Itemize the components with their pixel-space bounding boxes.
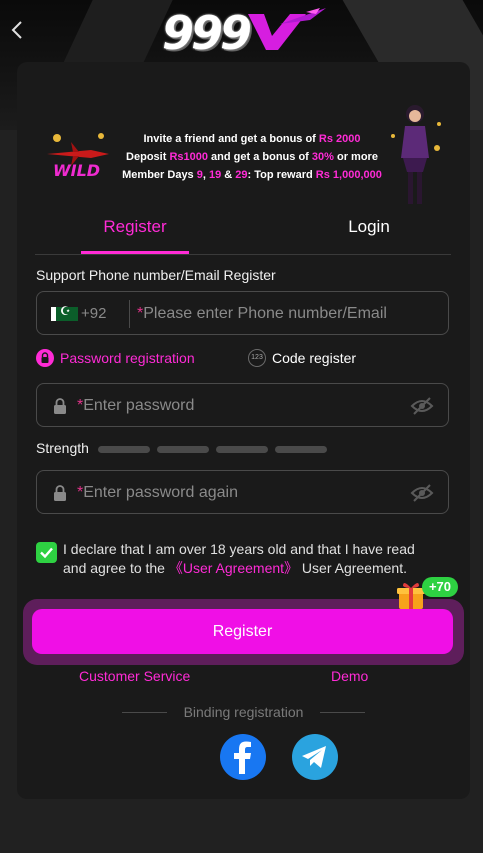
divider-line (320, 712, 365, 713)
promo-banner: WILD Invite a friend and get a bonus of … (17, 82, 470, 204)
facebook-icon (234, 741, 251, 774)
register-button[interactable]: Register (32, 609, 453, 654)
divider-line (122, 712, 167, 713)
telegram-icon (302, 746, 326, 768)
confirm-password-field[interactable]: *Enter password again (36, 470, 449, 514)
customer-service-link[interactable]: Customer Service (79, 668, 190, 684)
bonus-badge: +70 (422, 577, 458, 597)
register-mode-switch: Password registration 123 Code register (36, 348, 449, 370)
promo-highlight: 19 (208, 169, 222, 181)
promo-text-part: Member Days (122, 169, 197, 181)
demo-link[interactable]: Demo (331, 668, 368, 684)
auth-tabs: Register Login (35, 212, 451, 255)
promo-text-part: and get a bonus of (208, 151, 312, 163)
back-button[interactable] (8, 18, 28, 42)
confirm-password-placeholder: *Enter password again (77, 484, 238, 502)
agree-checkbox[interactable] (36, 542, 57, 563)
strength-segment (216, 446, 268, 453)
password-field[interactable]: *Enter password (36, 383, 449, 427)
promo-line-3: Member Days 9, 19 & 29: Top reward Rs 1,… (117, 166, 387, 184)
mode-password-label: Password registration (60, 350, 195, 366)
password-placeholder-text: Enter password (83, 397, 195, 414)
strength-segment (98, 446, 150, 453)
mascot-figure-icon (391, 105, 441, 204)
promo-highlight: 30% (311, 151, 334, 163)
promo-text-part: Invite a friend and get a bonus of (143, 133, 319, 145)
wild-label: WILD (53, 161, 100, 180)
promo-highlight: Rs1000 (169, 151, 208, 163)
mode-code-register[interactable]: 123 Code register (248, 348, 356, 370)
telegram-button[interactable] (292, 734, 338, 780)
pakistan-flag-icon (51, 304, 78, 321)
binding-label: Binding registration (183, 704, 304, 720)
agreement: I declare that I am over 18 years old an… (36, 540, 436, 580)
wild-plane-icon: WILD (47, 133, 109, 180)
promo-text-part: : Top reward (247, 169, 316, 181)
promo-text-part: Deposit (126, 151, 170, 163)
phone-email-field[interactable]: +92 *Please enter Phone number/Email (36, 291, 449, 335)
agreement-text-part: User Agreement. (298, 560, 407, 576)
password-placeholder: *Enter password (77, 397, 194, 415)
code-123-icon: 123 (248, 349, 266, 368)
promo-text-part: & (221, 169, 236, 181)
binding-registration: Binding registration (122, 704, 365, 722)
phone-placeholder-text: Please enter Phone number/Email (143, 305, 387, 322)
facebook-button[interactable] (220, 734, 266, 780)
promo-highlight: Rs 2000 (318, 133, 361, 145)
lock-icon (54, 398, 66, 414)
agreement-text: I declare that I am over 18 years old an… (63, 540, 433, 578)
app-logo: 999 (160, 6, 330, 60)
lock-circle-icon (36, 349, 54, 368)
promo-text: Invite a friend and get a bonus of Rs 20… (117, 130, 387, 184)
chevron-left-icon (11, 21, 22, 39)
promo-highlight: Rs 1,000,000 (315, 169, 382, 181)
country-code[interactable]: +92 (81, 305, 106, 322)
promo-highlight: 29 (235, 169, 248, 181)
confirm-placeholder-text: Enter password again (83, 484, 238, 501)
mode-code-label: Code register (272, 350, 357, 366)
promo-line-1: Invite a friend and get a bonus of Rs 20… (117, 130, 387, 148)
strength-segment (157, 446, 209, 453)
strength-segment (275, 446, 327, 453)
logo-v-mark (248, 8, 326, 50)
field-divider (129, 300, 130, 328)
form-subtitle: Support Phone number/Email Register (36, 267, 276, 283)
lock-icon (54, 485, 66, 501)
phone-placeholder: *Please enter Phone number/Email (137, 305, 387, 323)
checkmark-icon (40, 547, 53, 559)
support-links: Customer Service Demo (17, 668, 470, 688)
tab-register[interactable]: Register (81, 212, 189, 254)
tab-login[interactable]: Login (315, 212, 423, 254)
promo-line-2: Deposit Rs1000 and get a bonus of 30% or… (117, 148, 387, 166)
promo-text-part: or more (333, 151, 378, 163)
user-agreement-link[interactable]: 《User Agreement》 (169, 560, 298, 576)
eye-off-icon[interactable] (410, 483, 434, 503)
strength-label: Strength (36, 440, 89, 456)
eye-off-icon[interactable] (410, 396, 434, 416)
mode-password-registration[interactable]: Password registration (36, 348, 195, 370)
register-card: WILD Invite a friend and get a bonus of … (17, 62, 470, 799)
